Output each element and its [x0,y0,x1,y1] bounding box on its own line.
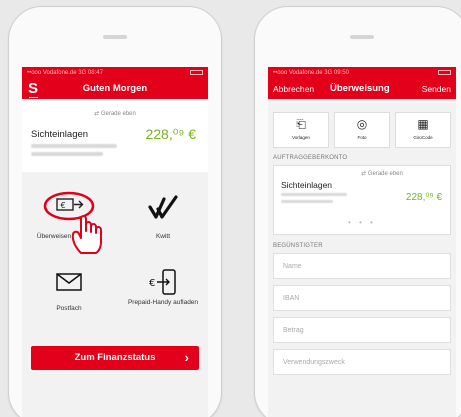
svg-text:€: € [149,278,155,289]
tile-kwitt[interactable]: Kwitt [116,187,208,267]
name-field[interactable]: Name [273,253,451,279]
source-label: Foto [357,135,367,140]
tap-hand-icon [71,215,102,254]
iban-blur [31,152,103,156]
amount-field[interactable]: Betrag [273,317,451,343]
reference-field[interactable]: Verwendungszweck [273,349,451,375]
status-carrier: ••ooo Vodafone.de 3G 09:50 [273,70,349,76]
battery-icon [438,70,451,75]
sparkasse-logo: S [28,80,39,98]
cancel-button[interactable]: Abbrechen [273,79,314,99]
kwitt-icon [148,195,178,219]
tile-postfach-label: Postfach [56,305,82,312]
source-label: GiroCode [413,135,433,140]
finanzstatus-label: Zum Finanzstatus [74,352,156,363]
mail-icon [56,273,82,291]
status-carrier: ••ooo Vodafone.de 3G 08:47 [27,70,103,76]
page-indicator: • • • [348,218,376,227]
updated-label: ⇄ Gerade eben [361,171,403,177]
source-foto[interactable]: ◎ Foto [334,112,390,148]
phone-speaker [350,35,374,39]
phone-left: ••ooo Vodafone.de 3G 08:47 S Guten Morge… [8,6,222,417]
tile-kwitt-label: Kwitt [155,233,171,240]
source-girocode[interactable]: ▦ GiroCode [395,112,451,148]
source-label: Vorlagen [292,135,310,140]
status-bar: ••ooo Vodafone.de 3G 08:47 [22,67,208,79]
template-icon: ⎗ [296,117,306,131]
finanzstatus-button[interactable]: Zum Finanzstatus › [31,346,199,370]
iban-blur [281,193,347,196]
tile-prepaid-label: Prepaid-Handy aufladen [127,299,199,306]
iban-blur [281,200,333,203]
section-beguenstigter: BEGÜNSTIGTER [273,243,323,249]
account-balance: 228,⁰⁹ € [405,192,442,203]
page-title: Überweisung [330,83,390,94]
page-title: Guten Morgen [82,83,148,94]
section-auftraggeber: AUFTRAGGEBERKONTO [273,155,348,161]
qr-code-icon: ▦ [417,117,429,131]
phone-topup-icon: € [149,269,176,295]
svg-text:€: € [61,201,66,210]
nav-bar: Abbrechen Überweisung Senden [268,79,456,99]
phone-right: ••ooo Vodafone.de 3G 09:50 Abbrechen Übe… [254,6,461,417]
tile-ueberweisen[interactable]: € Überweisen [22,187,116,267]
sender-account-card[interactable]: ⇄ Gerade eben Sichteinlagen 228,⁰⁹ € • •… [273,165,451,235]
updated-label: ⇄ Gerade eben [94,111,136,117]
account-summary[interactable]: ⇄ Gerade eben Sichteinlagen 228,⁰⁹ € [22,99,208,172]
phone-speaker [103,35,127,39]
send-button[interactable]: Senden [422,79,451,99]
source-vorlagen[interactable]: ⎗ Vorlagen [273,112,329,148]
screen-home: ••ooo Vodafone.de 3G 08:47 S Guten Morge… [22,67,208,417]
iban-blur [31,144,117,148]
account-name: Sichteinlagen [281,180,333,190]
nav-bar: S Guten Morgen [22,79,208,99]
account-balance: 228,⁰⁹ € [145,126,196,142]
tile-ueberweisen-label: Überweisen [36,233,72,240]
camera-icon: ◎ [356,117,368,131]
battery-icon [190,70,203,75]
transfer-sources: ⎗ Vorlagen ◎ Foto ▦ GiroCode [268,107,456,149]
screen-transfer: ••ooo Vodafone.de 3G 09:50 Abbrechen Übe… [268,67,456,417]
account-name: Sichteinlagen [31,129,89,140]
iban-field[interactable]: IBAN [273,285,451,311]
chevron-right-icon: › [184,350,189,365]
tile-prepaid[interactable]: € Prepaid-Handy aufladen [116,265,208,345]
status-bar: ••ooo Vodafone.de 3G 09:50 [268,67,456,79]
tile-postfach[interactable]: Postfach [22,265,116,345]
